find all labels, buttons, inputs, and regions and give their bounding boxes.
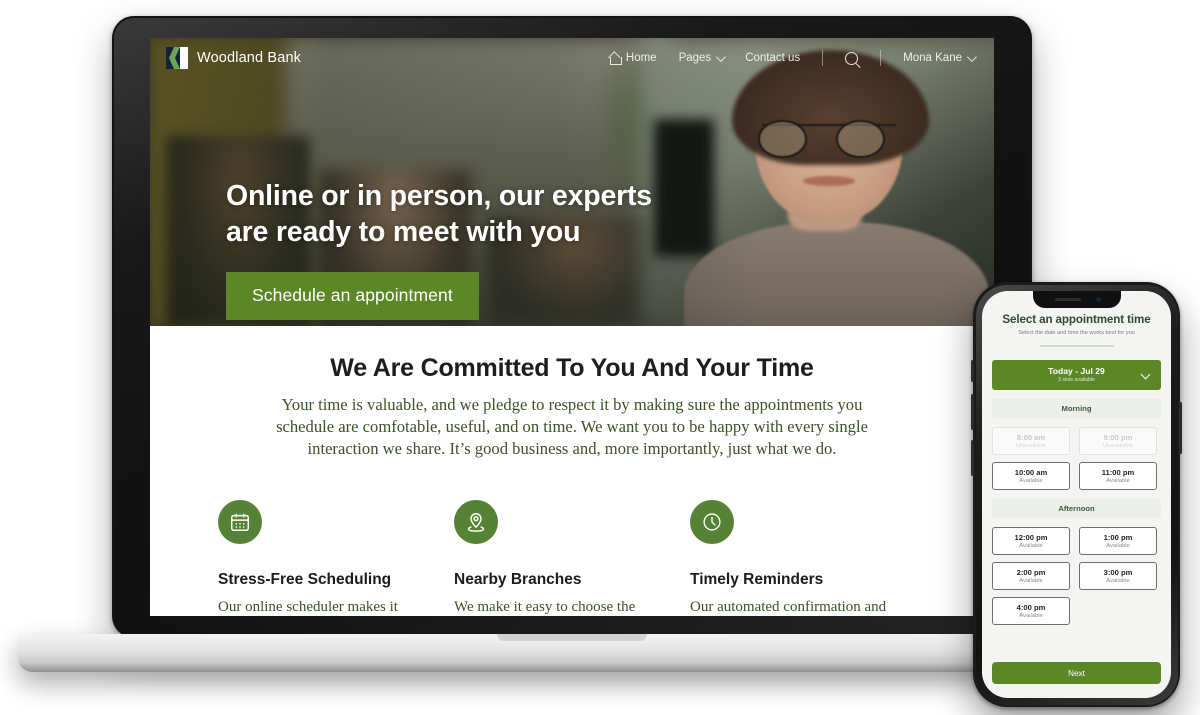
slot-status: Unavailable (1015, 442, 1047, 449)
slot-grid-morning: 8:00 am Unavailable 9:00 pm Unavailable … (992, 426, 1161, 490)
slot-time: 12:00 pm (1014, 532, 1048, 542)
phone-volume-up-button[interactable] (971, 394, 974, 430)
map-pin-icon (467, 513, 485, 533)
hero-title-line-2: are ready to meet with you (226, 216, 581, 249)
committed-section: We Are Committed To You And Your Time Yo… (150, 326, 994, 616)
features-row: Stress-Free Scheduling Our online schedu… (150, 500, 994, 616)
slot-time: 2:00 pm (1016, 567, 1046, 577)
slot-status: Available (1106, 477, 1130, 484)
slot-grid-afternoon: 12:00 pm Available 1:00 pm Available 2:0… (992, 526, 1161, 625)
feature-title: Nearby Branches (454, 571, 582, 589)
nav-item-home[interactable]: Home (609, 52, 657, 65)
phone-volume-down-button[interactable] (971, 440, 974, 476)
nav-divider-right (880, 50, 882, 66)
search-icon[interactable] (845, 51, 859, 65)
date-selector-sublabel: 3 slots available (1058, 377, 1095, 384)
slot-status: Available (1019, 577, 1043, 584)
slot-status: Available (1106, 542, 1130, 549)
section-title: We Are Committed To You And Your Time (330, 354, 814, 382)
nav-links: Home Pages Contact us Mona Kane (609, 50, 977, 66)
clock-icon (703, 513, 721, 531)
phone-screen: Select an appointment time Select the da… (982, 291, 1171, 698)
laptop-base (18, 634, 1126, 672)
slot-time: 10:00 am (1014, 467, 1048, 477)
date-selector-label: Today - Jul 29 (1048, 366, 1105, 377)
speaker-icon (1054, 298, 1081, 301)
time-slot: 9:00 pm Unavailable (1079, 426, 1157, 455)
time-slot[interactable]: 2:00 pm Available (992, 561, 1070, 590)
feature-title: Stress-Free Scheduling (218, 571, 392, 589)
slot-status: Available (1106, 577, 1130, 584)
hero-section: Woodland Bank Home Pages Contact us Mona… (150, 38, 994, 326)
section-body: Your time is valuable, and we pledge to … (276, 395, 868, 459)
account-menu[interactable]: Mona Kane (903, 51, 977, 64)
nav-divider-left (822, 50, 824, 66)
slot-time: 1:00 pm (1103, 532, 1133, 542)
account-name: Mona Kane (903, 52, 962, 64)
schedule-appointment-button[interactable]: Schedule an appointment (226, 272, 479, 321)
slot-status: Unavailable (1102, 442, 1134, 449)
slot-time: 3:00 pm (1103, 567, 1133, 577)
appointment-subtitle: Select the date and time the works best … (1018, 330, 1135, 336)
appointment-picker: Select an appointment time Select the da… (982, 291, 1171, 625)
slot-time: 8:00 am (1016, 432, 1046, 442)
feature-card-branches: Nearby Branches We make it easy to choos… (454, 500, 690, 616)
woodland-bank-logo-icon (166, 47, 188, 69)
feature-text: Our automated confirmation and reminder … (690, 599, 887, 616)
map-pin-icon-badge (454, 500, 498, 545)
calendar-icon (231, 513, 249, 532)
period-header-afternoon: Afternoon (992, 498, 1161, 518)
time-slot[interactable]: 10:00 am Available (992, 461, 1070, 490)
appointment-title: Select an appointment time (1002, 313, 1151, 326)
nav-item-pages[interactable]: Pages (678, 51, 727, 64)
slot-time: 11:00 pm (1101, 467, 1135, 477)
chevron-down-icon (966, 51, 977, 62)
laptop-screen: Woodland Bank Home Pages Contact us Mona… (150, 38, 994, 616)
time-slot[interactable]: 1:00 pm Available (1079, 526, 1157, 555)
laptop-mockup: Woodland Bank Home Pages Contact us Mona… (12, 16, 1132, 678)
time-slot[interactable]: 4:00 pm Available (992, 596, 1070, 625)
brand-name: Woodland Bank (197, 50, 302, 66)
nav-item-home-label: Home (625, 52, 657, 64)
nav-item-contact-label: Contact us (745, 52, 801, 64)
time-slot[interactable]: 11:00 pm Available (1079, 461, 1157, 490)
phone-power-button[interactable] (1179, 402, 1182, 454)
next-button[interactable]: Next (992, 662, 1161, 684)
phone-mockup: Select an appointment time Select the da… (971, 282, 1182, 707)
hero-title: Online or in person, our experts are rea… (226, 178, 652, 250)
feature-card-reminders: Timely Reminders Our automated confirmat… (690, 500, 926, 616)
period-header-morning: Morning (992, 398, 1161, 418)
slot-status: Available (1019, 477, 1043, 484)
chevron-down-icon (1140, 369, 1151, 380)
time-slot[interactable]: 3:00 pm Available (1079, 561, 1157, 590)
brand-logo[interactable]: Woodland Bank (166, 47, 301, 69)
feature-card-scheduling: Stress-Free Scheduling Our online schedu… (218, 500, 454, 616)
hero-title-line-1: Online or in person, our experts (226, 180, 652, 212)
home-icon (609, 53, 622, 65)
nav-item-pages-label: Pages (678, 52, 712, 64)
calendar-icon-badge (218, 500, 262, 545)
time-slot: 8:00 am Unavailable (992, 426, 1070, 455)
time-slot[interactable]: 12:00 pm Available (992, 526, 1070, 555)
nav-item-contact-us[interactable]: Contact us (745, 52, 800, 64)
feature-text: We make it easy to choose the location t… (454, 599, 636, 616)
date-selector[interactable]: Today - Jul 29 3 slots available (992, 359, 1161, 390)
hero-copy: Online or in person, our experts are rea… (226, 178, 652, 321)
title-divider (1039, 345, 1114, 347)
slot-status: Available (1019, 612, 1043, 619)
feature-text: Our online scheduler makes it easy to ge… (218, 599, 398, 616)
clock-icon-badge (690, 500, 734, 545)
phone-mute-button[interactable] (971, 360, 974, 382)
mockup-stage: Woodland Bank Home Pages Contact us Mona… (0, 0, 1200, 715)
chevron-down-icon (716, 51, 727, 62)
slot-time: 4:00 pm (1016, 602, 1046, 612)
phone-notch (1032, 291, 1121, 308)
front-camera-icon (1095, 297, 1101, 302)
feature-title: Timely Reminders (690, 571, 824, 589)
site-navigation: Woodland Bank Home Pages Contact us Mona… (150, 38, 994, 78)
slot-time: 9:00 pm (1103, 432, 1133, 442)
slot-status: Available (1019, 542, 1043, 549)
